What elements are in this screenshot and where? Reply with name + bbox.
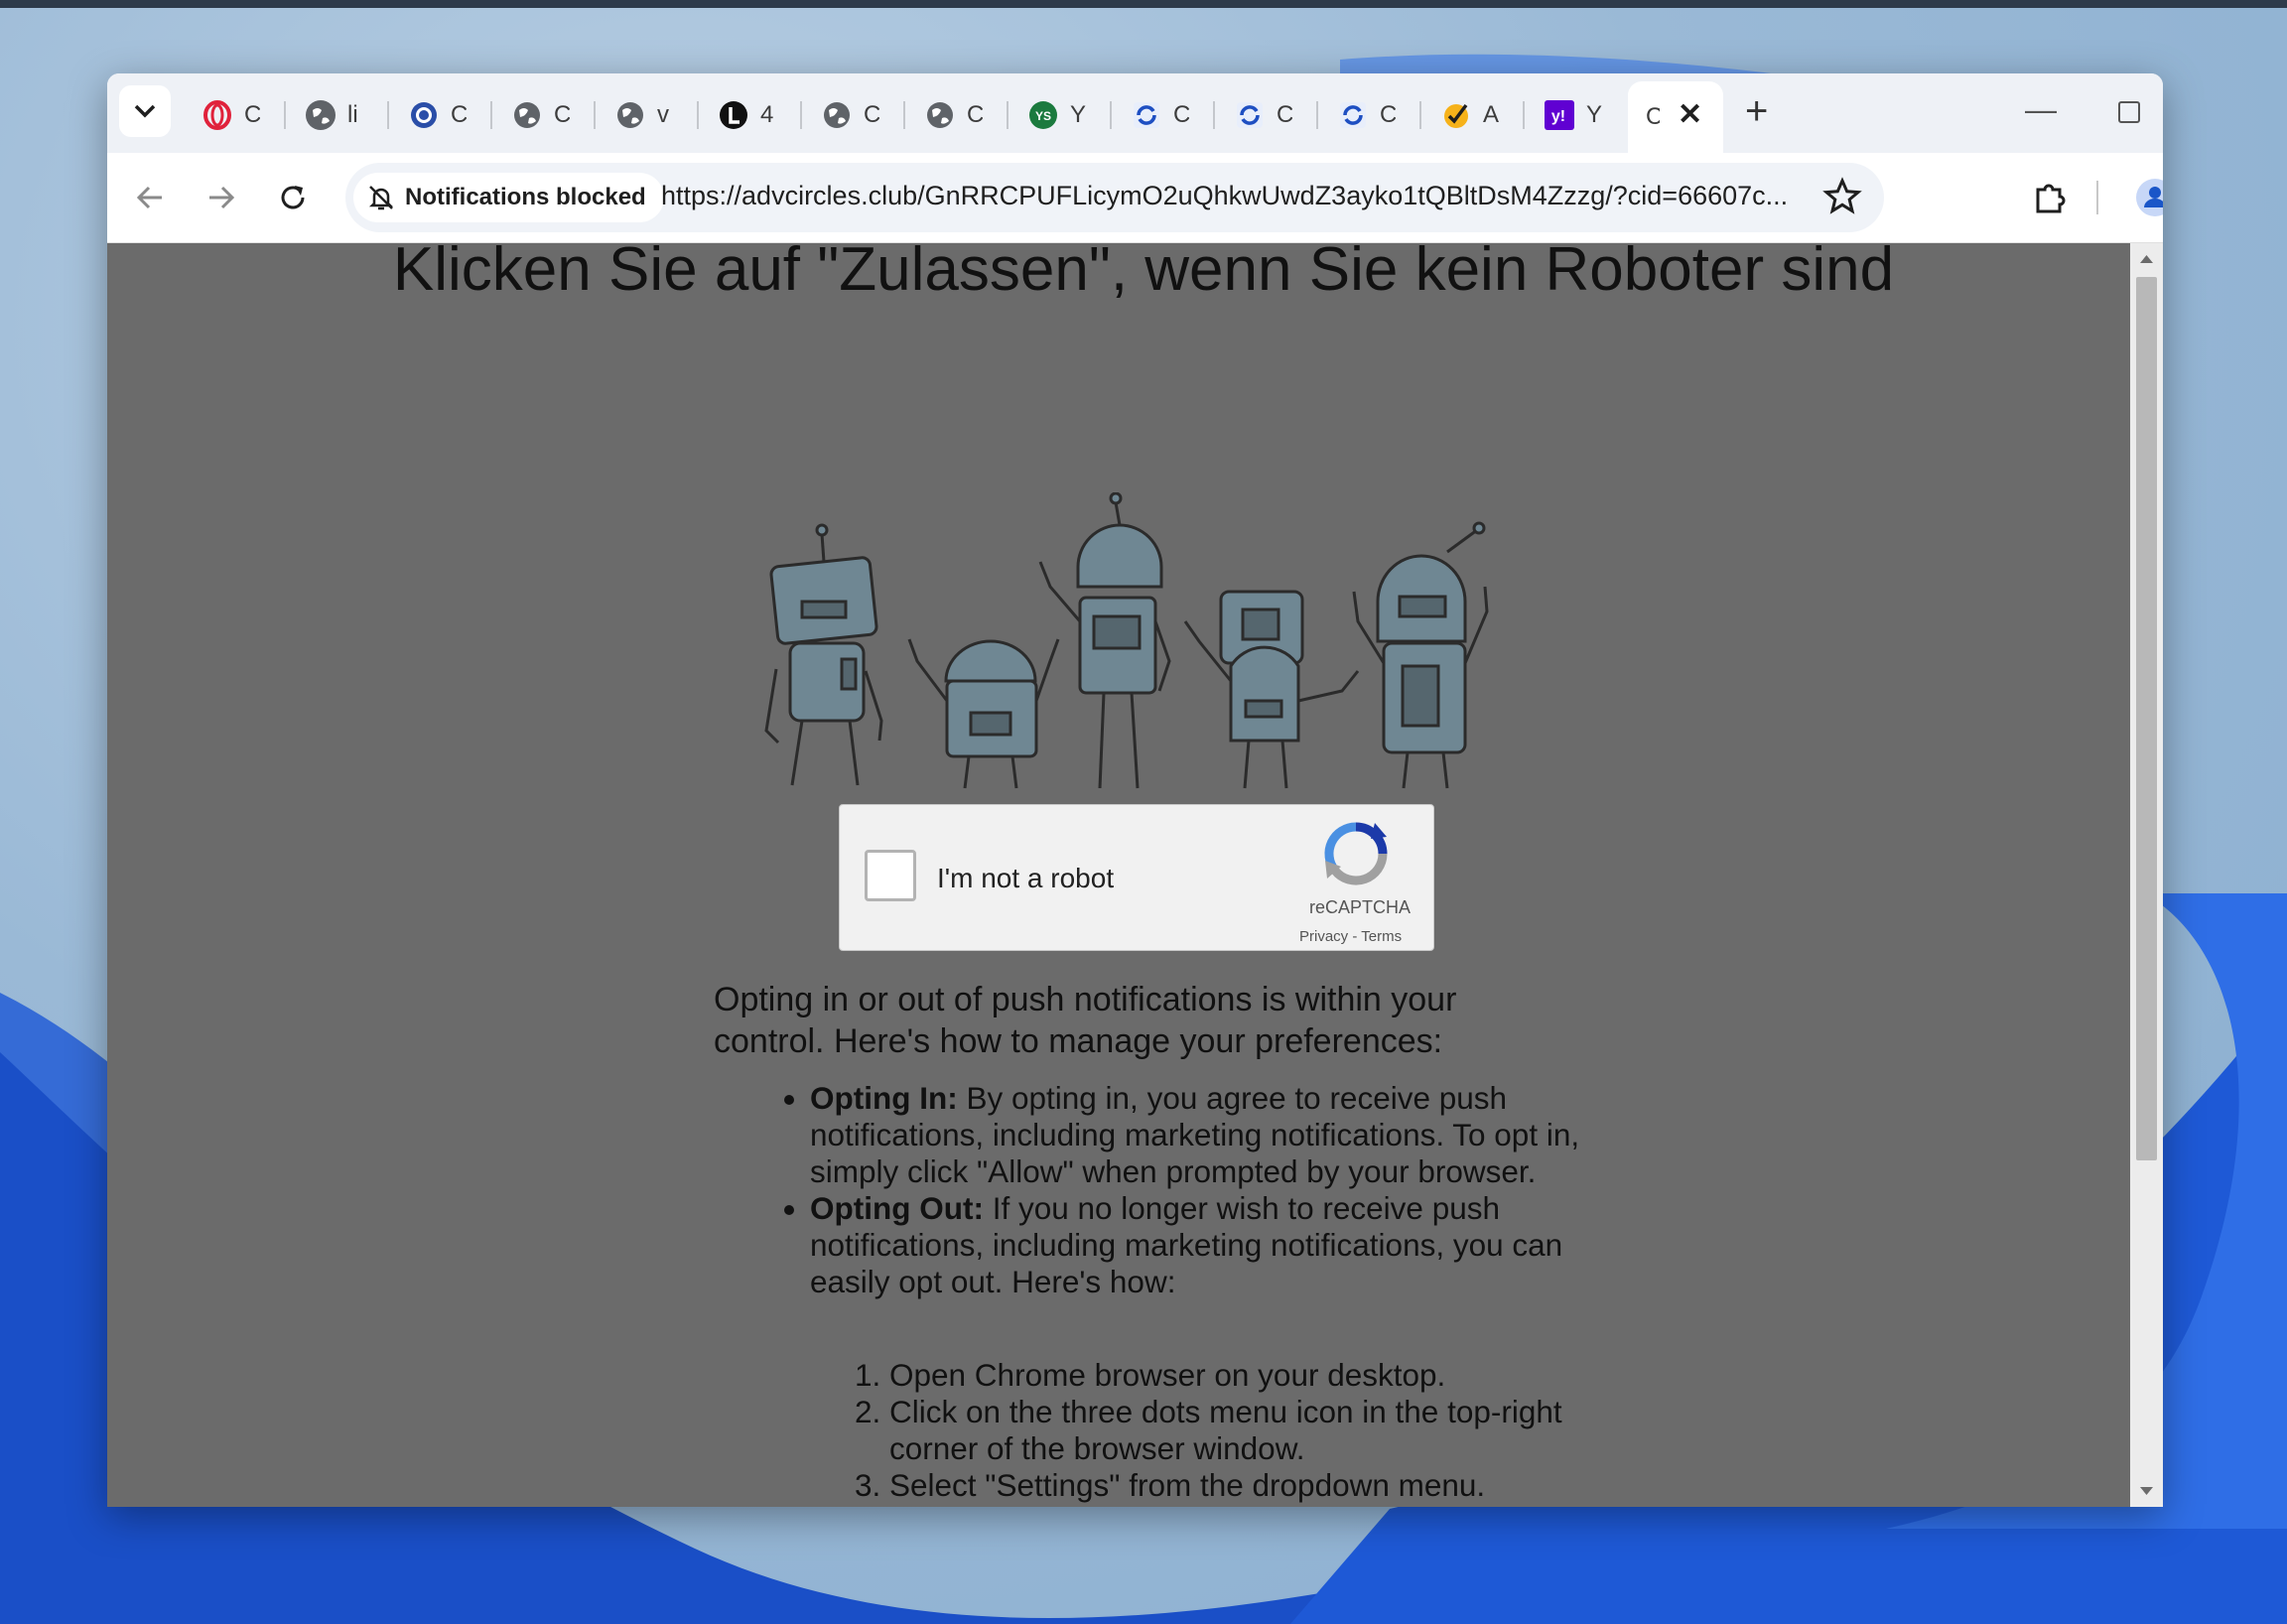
toolbar-divider: [2096, 181, 2098, 214]
opt-bullets: Opting In: By opting in, you agree to re…: [758, 1080, 1594, 1300]
tab-2[interactable]: li: [306, 93, 363, 137]
bell-off-icon: [368, 186, 394, 210]
tab-separator: [903, 101, 905, 129]
tab-separator: [1007, 101, 1009, 129]
arrow-left-icon: [136, 186, 162, 209]
tab-5[interactable]: v: [615, 93, 673, 137]
globe-icon: [822, 100, 852, 130]
puzzle-icon: [2036, 184, 2066, 213]
recaptcha-checkbox[interactable]: [865, 850, 916, 901]
recaptcha-label: I'm not a robot: [937, 863, 1115, 893]
tab-separator: [1523, 101, 1525, 129]
recaptcha-widget: I'm not a robot reCAPTCHA Privacy - Term…: [839, 804, 1434, 951]
tab-11[interactable]: C: [1235, 93, 1292, 137]
list-item: Opting Out: If you no longer wish to rec…: [810, 1190, 1594, 1300]
url-text[interactable]: https://advcircles.club/GnRRCPUFLicymO2u…: [661, 181, 1803, 211]
refresh-logo-icon: [1132, 100, 1161, 130]
back-button[interactable]: [127, 175, 173, 220]
page-title: Klicken Sie auf "Zulassen", wenn Sie kei…: [392, 235, 1895, 304]
recaptcha-links[interactable]: Privacy - Terms: [1299, 928, 1402, 945]
arrow-right-icon: [209, 186, 235, 209]
opt-out-steps: Open Chrome browser on your desktop. Cli…: [842, 1357, 1594, 1504]
reload-icon: [281, 186, 305, 209]
browser-toolbar: Notifications blocked https://advcircles…: [107, 153, 2163, 243]
letter-l-icon: [719, 100, 748, 130]
notifications-blocked-chip[interactable]: Notifications blocked: [353, 173, 664, 222]
new-tab-button[interactable]: +: [1745, 89, 1768, 134]
tab-1[interactable]: C: [202, 93, 260, 137]
tab-separator: [1213, 101, 1215, 129]
tab-9[interactable]: YS Y: [1028, 93, 1086, 137]
yahoo-icon: y!: [1545, 100, 1574, 130]
reload-button[interactable]: [270, 175, 316, 220]
tab-separator: [800, 101, 802, 129]
globe-icon: [925, 100, 955, 130]
tab-separator: [1110, 101, 1112, 129]
logo-icon: [409, 100, 439, 130]
tab-separator: [490, 101, 492, 129]
tab-13[interactable]: A: [1441, 93, 1499, 137]
recaptcha-logo-icon: [1324, 822, 1388, 885]
tab-separator: [697, 101, 699, 129]
ys-icon: YS: [1028, 100, 1058, 130]
globe-icon: [615, 100, 645, 130]
active-tab[interactable]: C ✕: [1628, 81, 1723, 153]
recaptcha-brand: reCAPTCHA: [1309, 897, 1412, 917]
scrollbar-thumb[interactable]: [2136, 277, 2157, 1160]
checkmark-icon: [1441, 100, 1471, 130]
svg-text:YS: YS: [1035, 109, 1051, 123]
list-item: Select "Settings" from the dropdown menu…: [889, 1467, 1594, 1504]
tab-7[interactable]: C: [822, 93, 879, 137]
tab-separator: [1316, 101, 1318, 129]
tab-4[interactable]: C: [512, 93, 570, 137]
tab-separator: [284, 101, 286, 129]
minimize-button[interactable]: —: [2025, 91, 2057, 128]
forward-button[interactable]: [199, 175, 244, 220]
globe-icon: [306, 100, 336, 130]
address-bar[interactable]: Notifications blocked https://advcircles…: [345, 163, 1884, 232]
tab-6[interactable]: 4: [719, 93, 776, 137]
opera-icon: [202, 100, 232, 130]
intro-paragraph: Opting in or out of push notifications i…: [714, 981, 1457, 1060]
refresh-logo-icon: [1338, 100, 1368, 130]
tab-8[interactable]: C: [925, 93, 983, 137]
avatar: [2136, 179, 2163, 216]
robots-illustration: [764, 492, 1489, 789]
tab-separator: [1419, 101, 1421, 129]
maximize-button[interactable]: [2117, 95, 2141, 132]
list-item: Open Chrome browser on your desktop.: [889, 1357, 1594, 1394]
bookmark-star-icon[interactable]: [1822, 177, 1862, 221]
chevron-down-icon: [134, 104, 156, 118]
scroll-down-icon[interactable]: [2130, 1481, 2163, 1501]
close-tab-icon[interactable]: ✕: [1678, 97, 1702, 132]
tab-separator: [387, 101, 389, 129]
tab-search-button[interactable]: [119, 85, 171, 137]
tab-strip: C li C C v 4 C C YS Y C C C A y! Y C ✕ +…: [107, 73, 2163, 153]
tab-10[interactable]: C: [1132, 93, 1189, 137]
list-item: Click on the three dots menu icon in the…: [889, 1394, 1594, 1467]
tab-14[interactable]: y! Y: [1545, 93, 1602, 137]
globe-icon: [512, 100, 542, 130]
refresh-logo-icon: [1235, 100, 1265, 130]
tab-separator: [594, 101, 596, 129]
svg-text:y!: y!: [1551, 108, 1565, 125]
tab-12[interactable]: C: [1338, 93, 1396, 137]
profile-button[interactable]: [2132, 175, 2163, 220]
extensions-button[interactable]: [2027, 175, 2073, 220]
scrollbar[interactable]: [2130, 243, 2163, 1507]
list-item: Opting In: By opting in, you agree to re…: [810, 1080, 1594, 1190]
tab-3[interactable]: C: [409, 93, 467, 137]
